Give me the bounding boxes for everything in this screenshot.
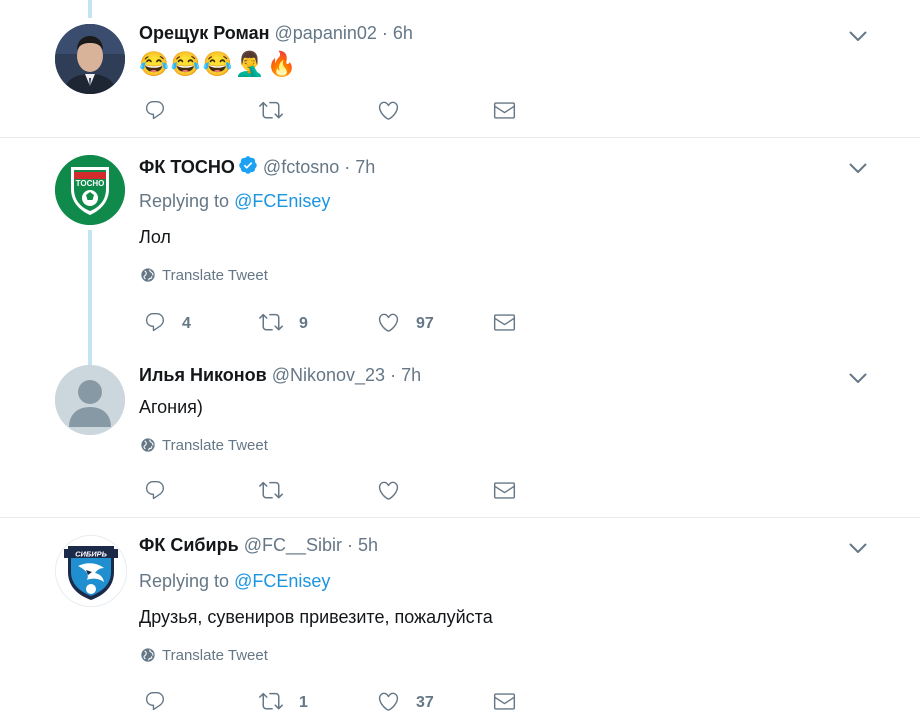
timestamp[interactable]: 7h	[401, 365, 421, 385]
replying-to-link[interactable]: @FCEnisey	[234, 191, 330, 211]
translate-tweet-link[interactable]: Translate Tweet	[140, 647, 268, 664]
tweet-text: 😂😂😂🤦‍♂️🔥	[139, 51, 299, 78]
display-name[interactable]: Орещук Роман	[139, 23, 270, 43]
reply-icon[interactable]	[138, 473, 172, 507]
replying-to-prefix: Replying to	[139, 571, 230, 591]
direct-message-icon[interactable]	[487, 93, 521, 127]
sibir-logo-text: СИБИРЬ	[75, 550, 108, 559]
tweet-header: ФК ТОСНО @fctosno · 7h	[139, 155, 375, 180]
user-handle[interactable]: @papanin02	[275, 23, 377, 43]
avatar[interactable]: ТОСНО	[55, 155, 125, 225]
like-count: 97	[416, 315, 434, 332]
tweet-text: Друзья, сувениров привезите, пожалуйста	[139, 607, 493, 627]
timestamp[interactable]: 7h	[355, 157, 375, 177]
translate-tweet-link[interactable]: Translate Tweet	[140, 437, 268, 454]
chevron-down-icon[interactable]	[846, 366, 870, 390]
retweet-count: 9	[299, 315, 308, 332]
reply-icon[interactable]	[138, 305, 172, 339]
globe-icon	[140, 437, 156, 453]
tweet-fc-sibir[interactable]: СИБИРЬ ФК Сибирь @FC__Sibir · 5h Replyin…	[0, 518, 920, 722]
avatar[interactable]	[55, 24, 125, 94]
retweet-count: 1	[299, 694, 308, 711]
thread-line	[88, 0, 92, 18]
chevron-down-icon[interactable]	[846, 24, 870, 48]
translate-label: Translate Tweet	[162, 267, 268, 284]
tweet-oreshchuk[interactable]: Орещук Роман @papanin02 · 6h 😂😂😂🤦‍♂️🔥	[0, 0, 920, 137]
timestamp[interactable]: 6h	[393, 23, 413, 43]
like-icon[interactable]	[371, 305, 405, 339]
display-name[interactable]: ФК Сибирь	[139, 535, 239, 555]
separator-dot: ·	[390, 365, 397, 385]
tweet-text: Агония)	[139, 397, 203, 417]
display-name[interactable]: ФК ТОСНО	[139, 157, 235, 177]
retweet-icon[interactable]	[254, 684, 288, 718]
reply-count: 4	[182, 315, 191, 332]
direct-message-icon[interactable]	[487, 684, 521, 718]
separator-dot: ·	[381, 23, 388, 43]
globe-icon	[140, 267, 156, 283]
tweet-header: ФК Сибирь @FC__Sibir · 5h	[139, 535, 378, 556]
replying-to-prefix: Replying to	[139, 191, 230, 211]
like-icon[interactable]	[371, 473, 405, 507]
thread-line	[88, 230, 92, 366]
translate-label: Translate Tweet	[162, 437, 268, 454]
tweet-nikonov[interactable]: Илья Никонов @Nikonov_23 · 7h Агония) Tr…	[0, 348, 920, 516]
chevron-down-icon[interactable]	[846, 536, 870, 560]
tweet-text: Лол	[139, 227, 171, 247]
retweet-icon[interactable]	[254, 93, 288, 127]
replying-to-link[interactable]: @FCEnisey	[234, 571, 330, 591]
display-name[interactable]: Илья Никонов	[139, 365, 267, 385]
like-icon[interactable]	[371, 684, 405, 718]
reply-icon[interactable]	[138, 684, 172, 718]
tosno-logo: ТОСНО	[55, 155, 125, 225]
globe-icon	[140, 647, 156, 663]
retweet-icon[interactable]	[254, 305, 288, 339]
default-avatar	[55, 365, 125, 435]
tosno-logo-text: ТОСНО	[76, 179, 105, 188]
translate-tweet-link[interactable]: Translate Tweet	[140, 267, 268, 284]
direct-message-icon[interactable]	[487, 473, 521, 507]
replying-to: Replying to @FCEnisey	[139, 571, 330, 592]
chevron-down-icon[interactable]	[846, 156, 870, 180]
like-icon[interactable]	[371, 93, 405, 127]
sibir-logo: СИБИРЬ	[56, 536, 126, 606]
user-handle[interactable]: @FC__Sibir	[244, 535, 342, 555]
verified-badge-icon	[238, 155, 258, 180]
direct-message-icon[interactable]	[487, 305, 521, 339]
avatar[interactable]	[55, 365, 125, 435]
user-handle[interactable]: @Nikonov_23	[272, 365, 385, 385]
tweet-header: Орещук Роман @papanin02 · 6h	[139, 23, 413, 44]
replying-to: Replying to @FCEnisey	[139, 191, 330, 212]
separator-dot: ·	[344, 157, 351, 177]
reply-icon[interactable]	[138, 93, 172, 127]
tweet-fctosno[interactable]: ТОСНО ФК ТОСНО @fctosno · 7h Replying to…	[0, 138, 920, 366]
like-count: 37	[416, 694, 434, 711]
avatar-photo	[55, 24, 125, 94]
separator-dot: ·	[347, 535, 353, 555]
avatar[interactable]: СИБИРЬ	[55, 535, 127, 607]
translate-label: Translate Tweet	[162, 647, 268, 664]
retweet-icon[interactable]	[254, 473, 288, 507]
user-handle[interactable]: @fctosno	[263, 157, 339, 177]
timestamp[interactable]: 5h	[358, 535, 378, 555]
tweet-header: Илья Никонов @Nikonov_23 · 7h	[139, 365, 421, 386]
